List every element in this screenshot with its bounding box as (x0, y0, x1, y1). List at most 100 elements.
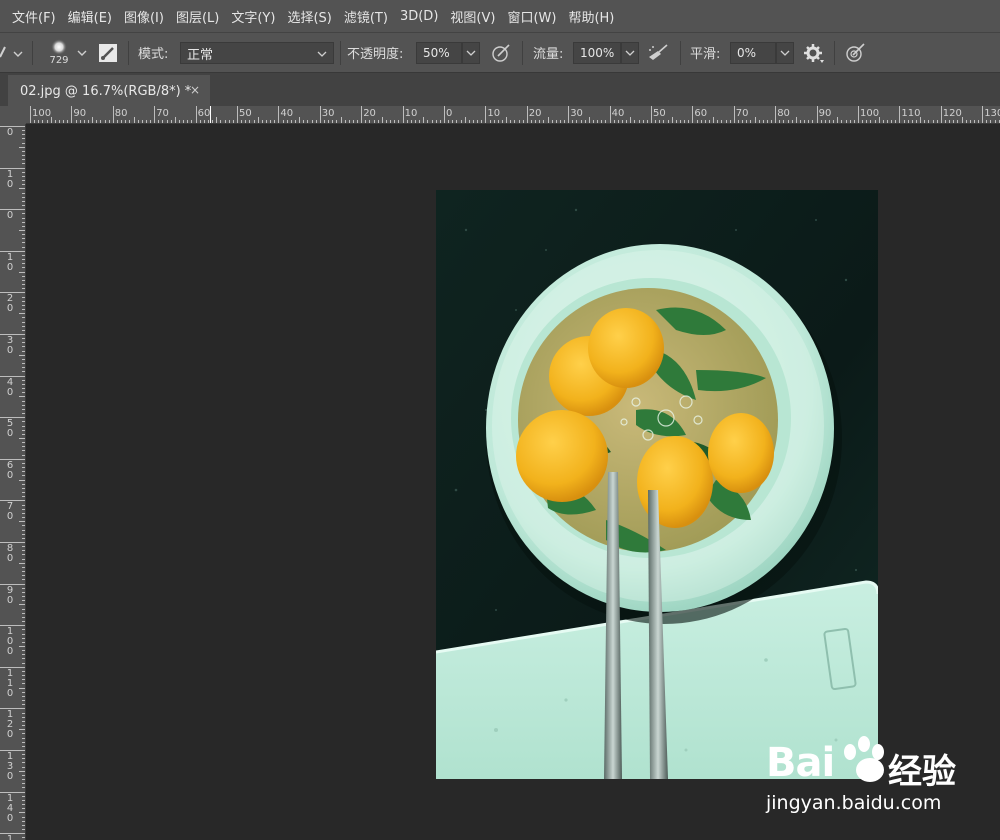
close-icon[interactable]: × (190, 83, 200, 97)
ruler-major-tick (30, 106, 31, 123)
ruler-minor-tick (22, 171, 25, 173)
ruler-minor-tick (232, 120, 234, 123)
ruler-minor-tick (22, 421, 25, 423)
menu-image[interactable]: 图像(I) (118, 7, 170, 26)
ruler-minor-tick (22, 275, 25, 277)
ruler-minor-tick (837, 117, 839, 123)
ruler-minor-tick (58, 120, 60, 123)
brush-settings-toggle[interactable] (98, 33, 120, 72)
ruler-minor-tick (717, 120, 719, 123)
ruler-label: 30 (321, 108, 335, 119)
ruler-minor-tick (452, 120, 454, 123)
flow-dropdown[interactable] (621, 42, 639, 64)
document-image[interactable] (436, 190, 878, 779)
ruler-minor-tick (22, 658, 25, 660)
airbrush-button[interactable] (646, 33, 672, 72)
ruler-minor-tick (22, 566, 25, 568)
ruler-minor-tick (646, 120, 648, 123)
ruler-minor-tick (261, 120, 263, 123)
opacity-pressure-button[interactable] (490, 33, 514, 72)
tool-preset-picker[interactable] (0, 33, 28, 72)
ruler-minor-tick (249, 120, 251, 123)
ruler-major-tick (361, 106, 363, 123)
ruler-minor-tick (54, 120, 56, 123)
document-tab[interactable]: 02.jpg @ 16.7%(RGB/8*) * × (8, 75, 210, 107)
menu-select[interactable]: 选择(S) (281, 7, 337, 26)
ruler-minor-tick (22, 254, 25, 256)
ruler-minor-tick (340, 117, 342, 123)
ruler-minor-tick (22, 804, 25, 806)
ruler-minor-tick (22, 758, 25, 760)
menu-3d[interactable]: 3D(D) (394, 9, 444, 24)
ruler-minor-tick (245, 120, 247, 123)
ruler-minor-tick (22, 512, 25, 514)
ruler-minor-tick (150, 120, 152, 123)
ruler-label: 90 (818, 108, 832, 119)
ruler-minor-tick (617, 120, 619, 123)
ruler-minor-tick (22, 795, 25, 797)
mode-select[interactable]: 正常 (180, 42, 334, 64)
ruler-minor-tick (19, 687, 25, 689)
ruler-minor-tick (886, 120, 888, 123)
menu-edit[interactable]: 编辑(E) (62, 7, 118, 26)
ruler-label: 70 (6, 501, 14, 523)
ruler-minor-tick (423, 117, 425, 123)
ruler-minor-tick (116, 120, 118, 123)
horizontal-ruler[interactable]: 100 90 80 70 60 50 40 30 20 10 0 10 20 30 40 50 60 70 80 90… (26, 106, 1000, 124)
ruler-major-tick (609, 106, 611, 123)
pen-pressure-icon (492, 43, 510, 62)
ruler-minor-tick (22, 259, 25, 261)
ruler-minor-tick (22, 591, 25, 593)
ruler-major-tick (692, 106, 694, 123)
ruler-minor-tick (265, 120, 267, 123)
ruler-minor-tick (22, 246, 25, 248)
ruler-label: 150 (6, 834, 14, 840)
ruler-minor-tick (141, 120, 143, 123)
smoothing-options-button[interactable] (803, 33, 827, 72)
ruler-minor-tick (22, 467, 25, 469)
ruler-minor-tick (22, 720, 25, 722)
brush-preset-picker[interactable]: 729 (44, 33, 74, 72)
menu-window[interactable]: 窗口(W) (501, 7, 562, 26)
ruler-label: 90 (73, 108, 87, 119)
ruler-minor-tick (791, 120, 793, 123)
ruler-label: 90 (6, 584, 14, 606)
menu-view[interactable]: 视图(V) (444, 7, 501, 26)
menu-type[interactable]: 文字(Y) (225, 7, 281, 26)
ruler-minor-tick (833, 120, 835, 123)
ruler-minor-tick (323, 120, 325, 123)
ruler-minor-tick (22, 155, 25, 157)
ruler-minor-tick (667, 120, 669, 123)
ruler-minor-tick (22, 571, 25, 573)
ruler-minor-tick (22, 446, 25, 448)
menu-layer[interactable]: 图层(L) (170, 7, 225, 26)
ruler-minor-tick (725, 120, 727, 123)
brush-preset-dropdown[interactable] (76, 33, 90, 72)
watermark-url: jingyan.baidu.com (766, 792, 942, 814)
vertical-ruler[interactable]: 0100102030405060708090100110120130140150 (0, 124, 26, 840)
opacity-input[interactable]: 50% (416, 42, 462, 64)
ruler-minor-tick (829, 120, 831, 123)
ruler-minor-tick (75, 120, 77, 123)
smoothing-dropdown[interactable] (776, 42, 794, 64)
flow-input[interactable]: 100% (573, 42, 621, 64)
ruler-minor-tick (19, 770, 25, 772)
ruler-minor-tick (22, 163, 25, 165)
opacity-dropdown[interactable] (462, 42, 480, 64)
menu-help[interactable]: 帮助(H) (562, 7, 620, 26)
ruler-minor-tick (944, 120, 946, 123)
ruler-label: 50 (239, 108, 252, 119)
size-pressure-button[interactable] (843, 33, 869, 72)
ruler-minor-tick (555, 120, 557, 123)
ruler-minor-tick (22, 558, 25, 560)
ruler-minor-tick (22, 350, 25, 352)
ruler-minor-tick (622, 120, 624, 123)
menu-filter[interactable]: 滤镜(T) (338, 7, 394, 26)
ruler-label: 0 (446, 108, 453, 119)
ruler-minor-tick (22, 700, 25, 702)
ruler-minor-tick (671, 117, 673, 123)
menu-file[interactable]: 文件(F) (0, 7, 62, 26)
smoothing-input[interactable]: 0% (730, 42, 776, 64)
ruler-major-tick (278, 106, 280, 123)
ruler-minor-tick (228, 120, 230, 123)
